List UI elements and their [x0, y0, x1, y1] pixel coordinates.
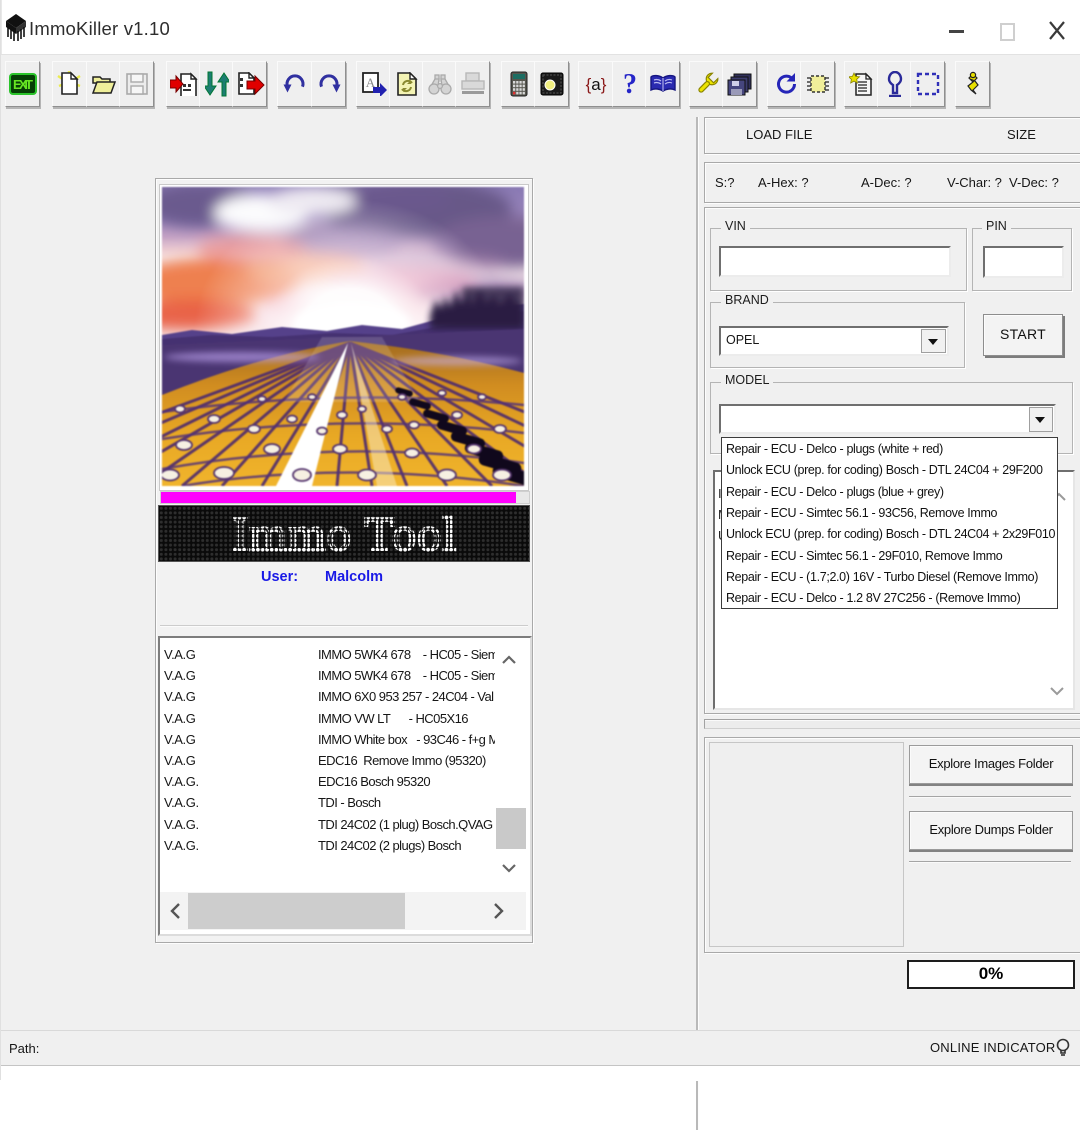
svg-text:EXIT: EXIT — [13, 77, 33, 92]
svg-text:?: ? — [623, 70, 637, 98]
svg-text:Immo Tool: Immo Tool — [232, 508, 456, 561]
svg-text:{a}: {a} — [585, 75, 606, 94]
